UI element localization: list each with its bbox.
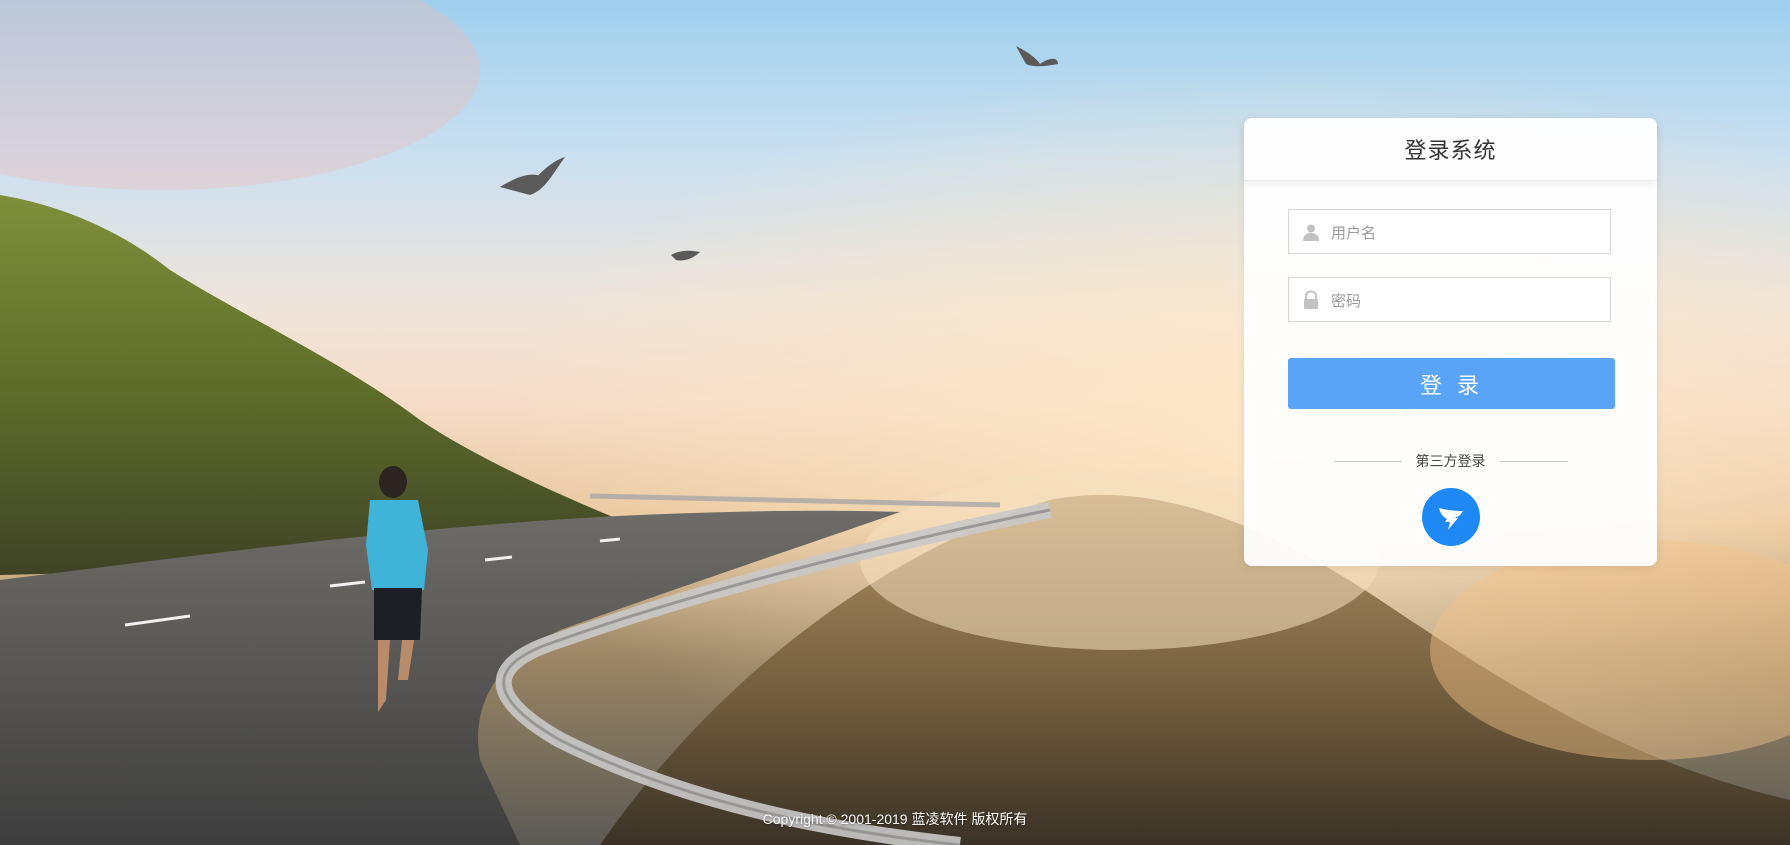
copyright-footer: Copyright © 2001-2019 蓝凌软件 版权所有 xyxy=(762,811,1028,827)
login-title: 登录系统 xyxy=(1404,139,1497,164)
dingtalk-icon xyxy=(1439,508,1463,530)
username-input[interactable] xyxy=(1329,210,1603,255)
password-input[interactable] xyxy=(1329,278,1603,323)
login-card: 登录系统 登 录 第三方登录 xyxy=(1244,118,1657,566)
card-header: 登录系统 xyxy=(1244,118,1657,181)
password-field[interactable] xyxy=(1288,277,1611,323)
dingtalk-login-button[interactable] xyxy=(1422,488,1480,546)
login-page: 登录系统 登 录 第三方登录 Copy xyxy=(0,0,1790,845)
divider-right xyxy=(1499,460,1568,462)
third-party-label: 第三方登录 xyxy=(1415,454,1486,470)
lock-icon xyxy=(1304,290,1318,309)
divider-left xyxy=(1333,460,1402,462)
login-button[interactable]: 登 录 xyxy=(1288,358,1615,409)
username-field[interactable] xyxy=(1288,209,1611,255)
user-icon xyxy=(1303,224,1319,241)
third-party-login-row: 第三方登录 xyxy=(1244,451,1657,471)
